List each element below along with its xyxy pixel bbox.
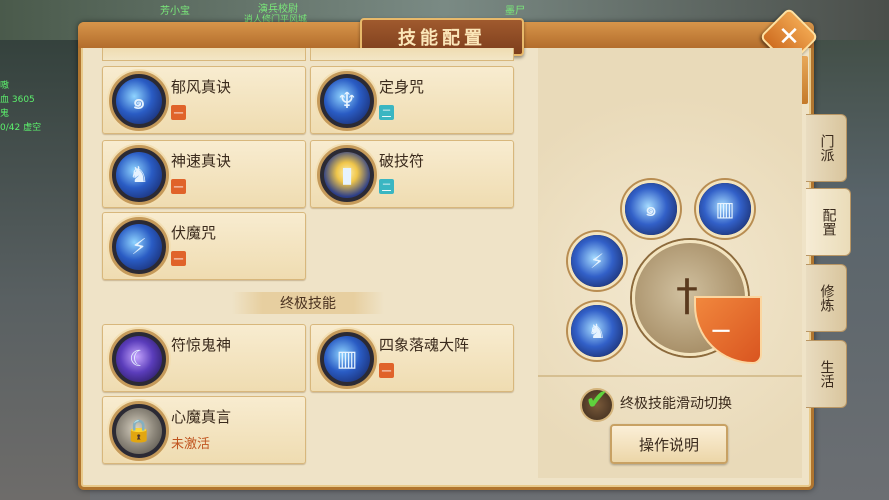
hud-line-1: 嗷	[0, 81, 10, 91]
wheel-slot-2[interactable]: ▥	[696, 180, 754, 238]
wheel-slot-4[interactable]: ♞	[568, 302, 626, 360]
ultimate-wedge-label: 一	[712, 322, 730, 343]
tab-life[interactable]: 生活	[806, 340, 847, 408]
skill-name: 四象落魂大阵	[379, 336, 470, 354]
skill-name: 神速真诀	[171, 152, 232, 170]
game-world-background-left	[0, 0, 90, 500]
skill-name: 符惊鬼神	[171, 336, 232, 354]
divider	[538, 375, 802, 377]
skill-name: 伏魔咒	[171, 224, 217, 242]
whirl-icon: ๑	[644, 197, 658, 221]
help-button[interactable]: 操作说明	[610, 424, 728, 464]
skill-tier-tag: 二	[379, 179, 394, 194]
skill-name: 定身咒	[379, 78, 425, 96]
skill-card-poji[interactable]: ▮ 破技符 二	[310, 140, 514, 208]
skill-name: 破技符	[379, 152, 425, 170]
skill-card-sixiang[interactable]: ▥ 四象落魂大阵 一	[310, 324, 514, 392]
skill-name: 心魔真言	[171, 408, 232, 426]
hud-line-2: 血 3605	[0, 95, 35, 105]
purple-swirl-icon: ☾	[129, 346, 149, 372]
hud-title-right: 墨尸	[505, 6, 525, 17]
skill-card-partial	[102, 48, 306, 61]
pillars-icon: ▥	[715, 197, 735, 221]
checkmark-icon[interactable]: ✔	[580, 382, 614, 416]
skill-card-shensu[interactable]: ♞ 神速真诀 一	[102, 140, 306, 208]
skill-card-dingshen[interactable]: ♆ 定身咒 二	[310, 66, 514, 134]
skill-tier-tag: 一	[171, 105, 186, 120]
talisman-icon: ▮	[340, 162, 354, 188]
whirl-icon: ๑	[132, 89, 146, 115]
tab-label: 修炼	[818, 284, 835, 312]
runner-icon: ♞	[588, 319, 606, 343]
runner-icon: ♞	[129, 162, 149, 188]
skill-name: 郁风真诀	[171, 78, 232, 96]
tab-config[interactable]: 配置	[806, 188, 851, 256]
wheel-slot-1[interactable]: ๑	[622, 180, 680, 238]
tab-label: 配置	[820, 208, 837, 236]
skill-tier-tag: 一	[171, 251, 186, 266]
lock-icon: 🔒	[125, 418, 153, 444]
hud-line-3: 鬼	[0, 109, 10, 119]
ultimate-skills-header: 终极技能	[232, 292, 384, 314]
skill-card-partial	[310, 48, 514, 61]
tab-sect[interactable]: 门派	[806, 114, 847, 182]
skill-status: 未激活	[171, 437, 211, 452]
skill-list[interactable]: ๑ 郁风真诀 一 ♆ 定身咒 二 ♞ 神速真诀 一 ▮ 破技符 二 ⚡ 伏魔咒 …	[90, 48, 530, 478]
ultimate-swipe-label: 终极技能滑动切换	[620, 396, 732, 412]
skill-card-fujing[interactable]: ☾ 符惊鬼神	[102, 324, 306, 392]
skill-card-fumo[interactable]: ⚡ 伏魔咒 一	[102, 212, 306, 280]
wheel-slot-3[interactable]: ⚡	[568, 232, 626, 290]
skill-tier-tag: 一	[171, 179, 186, 194]
claw-icon: ⚡	[589, 249, 605, 273]
pillars-icon: ▥	[336, 346, 358, 372]
claw-icon: ⚡	[131, 234, 147, 260]
figure-icon: ♆	[337, 88, 357, 114]
skill-tier-tag: 一	[379, 363, 394, 378]
tab-cultivate[interactable]: 修炼	[806, 264, 847, 332]
skill-tier-tag: 二	[379, 105, 394, 120]
hud-line-4: 0/42 虚空	[0, 123, 42, 133]
tab-label: 门派	[818, 134, 835, 162]
tab-label: 生活	[818, 360, 835, 388]
hud-player-name: 芳小宝	[160, 6, 190, 17]
skill-card-yufeng[interactable]: ๑ 郁风真诀 一	[102, 66, 306, 134]
skill-card-xinmo[interactable]: 🔒 心魔真言 未激活	[102, 396, 306, 464]
